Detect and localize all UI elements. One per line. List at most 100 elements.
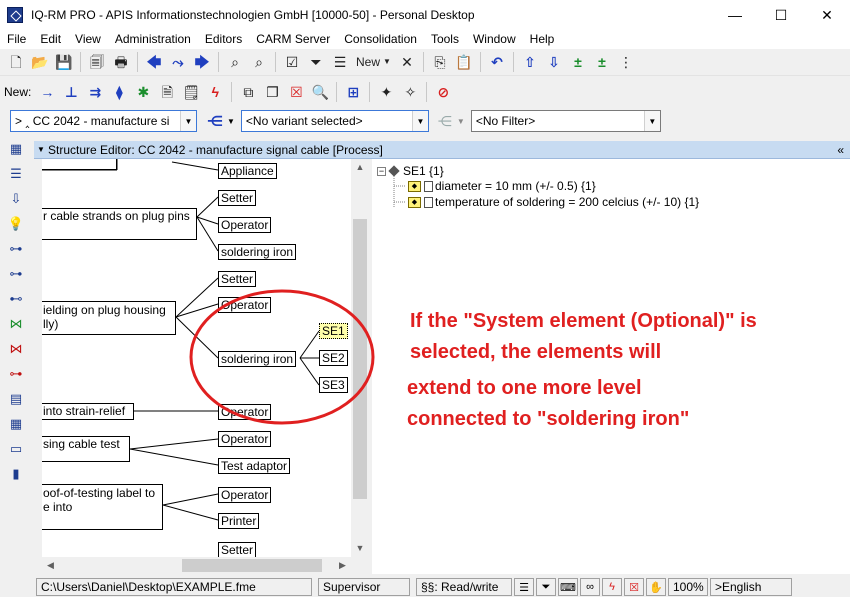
table-icon[interactable]: ▦ bbox=[4, 413, 28, 435]
new-dropdown-button[interactable]: New ▼ bbox=[354, 52, 393, 72]
node-setter[interactable]: Setter bbox=[218, 271, 257, 287]
new-variant-icon[interactable]: ✦ bbox=[376, 82, 396, 102]
node-process-cable-strands[interactable]: r cable strands on plug pins bbox=[42, 208, 197, 240]
tree-child-row[interactable]: ◆ diameter = 10 mm (+/- 0.5) {1} bbox=[408, 179, 596, 193]
filter-combo[interactable]: <No Filter> ▼ bbox=[470, 110, 661, 132]
new-function-icon[interactable]: → bbox=[37, 82, 57, 102]
checklist-icon[interactable]: ☑ bbox=[282, 52, 302, 72]
node-process-shielding[interactable]: ielding on plug housing lly) bbox=[42, 301, 176, 335]
horizontal-scroll-thumb[interactable] bbox=[182, 559, 322, 572]
failure-net-icon[interactable]: ⋈ bbox=[4, 313, 28, 335]
node-process-proof-label[interactable]: oof-of-testing label to e into bbox=[42, 484, 163, 530]
structure-view-icon[interactable]: ⋲ bbox=[205, 111, 225, 131]
print-icon[interactable]: 🖶 bbox=[111, 52, 131, 72]
paste-icon[interactable]: 📋 bbox=[454, 52, 474, 72]
node-process-strain-relief[interactable]: into strain-relief bbox=[42, 403, 134, 420]
form-icon[interactable]: ▭ bbox=[4, 438, 28, 460]
matrix-icon[interactable]: ▤ bbox=[4, 388, 28, 410]
new-link-icon[interactable]: ⇉ bbox=[85, 82, 105, 102]
back-arrow-icon[interactable]: 🡄 bbox=[144, 52, 164, 72]
variant-combo[interactable]: <No variant selected> ▼ bbox=[240, 110, 429, 132]
insert-below-icon[interactable]: ± bbox=[592, 52, 612, 72]
tree-structure-icon[interactable]: ⋮ bbox=[616, 52, 636, 72]
stop-icon[interactable]: ⊘ bbox=[433, 82, 453, 102]
menu-file[interactable]: File bbox=[0, 30, 33, 49]
insert-above-icon[interactable]: ± bbox=[568, 52, 588, 72]
network-icon[interactable]: ⊷ bbox=[4, 288, 28, 310]
filter-list-icon[interactable]: ☰ bbox=[330, 52, 350, 72]
grid-view-icon[interactable]: ▦ bbox=[4, 138, 28, 160]
node-setter[interactable]: Setter bbox=[218, 542, 257, 558]
bar-chart-icon[interactable]: ▮ bbox=[4, 463, 28, 485]
menu-tools[interactable]: Tools bbox=[424, 30, 466, 49]
menu-view[interactable]: View bbox=[68, 30, 108, 49]
lightbulb-icon[interactable]: 💡 bbox=[4, 213, 28, 235]
move-down-icon[interactable]: ⇩ bbox=[544, 52, 564, 72]
link-icon[interactable]: ∞ bbox=[580, 578, 600, 596]
filter-icon[interactable]: ⏷ bbox=[306, 52, 326, 72]
structure-combo[interactable]: > ‸ CC 2042 - manufacture si ▼ bbox=[10, 110, 197, 132]
keyboard-icon[interactable]: ⌨ bbox=[558, 578, 578, 596]
duplicate-icon[interactable]: ❐ bbox=[262, 82, 282, 102]
collapse-panel-icon[interactable]: « bbox=[837, 141, 844, 159]
open-folder-icon[interactable]: 📂 bbox=[30, 52, 50, 72]
node-operator[interactable]: Operator bbox=[218, 217, 272, 233]
new-document-icon[interactable]: 🗎 bbox=[157, 82, 177, 102]
scroll-right-icon[interactable]: ▶ bbox=[334, 557, 351, 574]
minimize-button[interactable]: — bbox=[712, 0, 758, 30]
jump-icon[interactable]: ⤳ bbox=[168, 52, 188, 72]
add-branch-icon[interactable]: ⊞ bbox=[343, 82, 363, 102]
menu-administration[interactable]: Administration bbox=[108, 30, 198, 49]
save-icon[interactable]: 💾 bbox=[54, 52, 74, 72]
new-element-icon[interactable]: ⧫ bbox=[109, 82, 129, 102]
chevron-down-icon[interactable]: ▼ bbox=[643, 111, 660, 131]
hand-icon[interactable]: ✋ bbox=[646, 578, 666, 596]
binoculars-icon[interactable]: ⌕ bbox=[225, 52, 245, 72]
menu-edit[interactable]: Edit bbox=[33, 30, 68, 49]
new-note-icon[interactable]: 🗒 bbox=[181, 82, 201, 102]
collapse-icon[interactable]: − bbox=[377, 166, 386, 176]
variant-view-icon[interactable]: ⋲ bbox=[435, 111, 455, 131]
delete-x-icon[interactable]: ✕ bbox=[397, 52, 417, 72]
move-up-icon[interactable]: ⇧ bbox=[520, 52, 540, 72]
node-printer[interactable]: Printer bbox=[218, 513, 260, 529]
menu-carm-server[interactable]: CARM Server bbox=[249, 30, 337, 49]
scroll-down-icon[interactable]: ▼ bbox=[351, 540, 369, 557]
new-structure-icon[interactable]: ⊥ bbox=[61, 82, 81, 102]
failure-icon[interactable]: ϟ bbox=[602, 578, 622, 596]
structure-tree-icon[interactable]: ⊶ bbox=[4, 238, 28, 260]
new-sub-variant-icon[interactable]: ✧ bbox=[400, 82, 420, 102]
node-soldering-iron[interactable]: soldering iron bbox=[218, 244, 297, 260]
close-button[interactable]: ✕ bbox=[804, 0, 850, 30]
filter-icon[interactable]: ⏷ bbox=[536, 578, 556, 596]
print-preview-icon[interactable]: 🗐 bbox=[87, 52, 107, 72]
node-setter[interactable]: Setter bbox=[218, 190, 257, 206]
horizontal-scrollbar[interactable]: ◀ ▶ bbox=[42, 557, 351, 574]
node-test-adaptor[interactable]: Test adaptor bbox=[218, 458, 291, 474]
function-tree-icon[interactable]: ⊶ bbox=[4, 263, 28, 285]
menu-help[interactable]: Help bbox=[523, 30, 562, 49]
forward-arrow-icon[interactable]: 🡆 bbox=[192, 52, 212, 72]
chevron-down-icon[interactable]: ▼ bbox=[180, 111, 196, 131]
structure-node-top-process[interactable] bbox=[42, 159, 117, 170]
chevron-down-icon[interactable]: ▼ bbox=[227, 117, 235, 126]
chevron-down-icon[interactable]: ▼ bbox=[411, 111, 428, 131]
new-file-icon[interactable]: 🗋 bbox=[6, 52, 26, 72]
failure-tree-icon[interactable]: ⋈ bbox=[4, 338, 28, 360]
maximize-button[interactable]: ☐ bbox=[758, 0, 804, 30]
chevron-down-icon[interactable]: ▼ bbox=[34, 145, 48, 154]
undo-icon[interactable]: ↶ bbox=[487, 52, 507, 72]
scroll-up-icon[interactable]: ▲ bbox=[351, 159, 369, 176]
delete-element-icon[interactable]: ☒ bbox=[286, 82, 306, 102]
chevron-down-icon[interactable]: ▼ bbox=[457, 117, 465, 126]
tree-child-row[interactable]: ◆ temperature of soldering = 200 celcius… bbox=[408, 195, 699, 209]
zoom-page-icon[interactable]: 🔍 bbox=[310, 82, 330, 102]
node-operator[interactable]: Operator bbox=[218, 431, 272, 447]
delete-icon[interactable]: ☒ bbox=[624, 578, 644, 596]
red-tree-icon[interactable]: ⊶ bbox=[4, 363, 28, 385]
new-failure-icon[interactable]: ϟ bbox=[205, 82, 225, 102]
scroll-left-icon[interactable]: ◀ bbox=[42, 557, 59, 574]
copy-icon[interactable]: ⎘ bbox=[430, 52, 450, 72]
copy-element-icon[interactable]: ⧉ bbox=[238, 82, 258, 102]
node-process-cable-test[interactable]: sing cable test bbox=[42, 436, 130, 462]
